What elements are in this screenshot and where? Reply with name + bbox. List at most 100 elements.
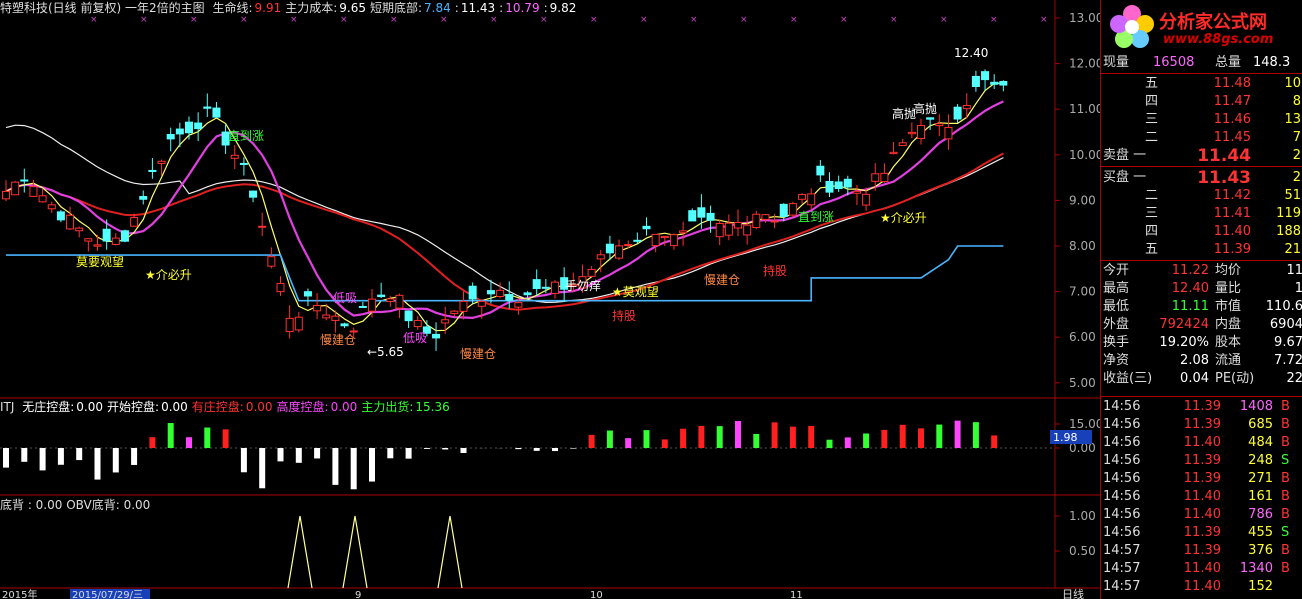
tick-row: 14:56 11.39 1408 B [1101, 398, 1302, 416]
tick-side: B [1281, 489, 1290, 504]
divergence-spike [287, 515, 313, 589]
bid-price: 11.40 [1213, 224, 1251, 239]
tick-row: 14:57 11.40 1340 B [1101, 560, 1302, 578]
candle-body [249, 190, 258, 198]
indicator1-bar [167, 423, 174, 448]
candle-body [532, 279, 541, 290]
tick-row: 14:57 11.40 152 [1101, 578, 1302, 596]
stat-value: 792424 [1159, 317, 1209, 332]
y-tick-label: 12.00 [1069, 57, 1100, 71]
bid-volume: 21 [1284, 242, 1301, 257]
candle-body [688, 210, 697, 222]
stat-label: 股本 [1215, 335, 1242, 350]
indicator1-bar [771, 422, 778, 448]
tick-side: B [1281, 543, 1290, 558]
indicator1-value: 0.00 [245, 400, 273, 414]
tick-volume: 376 [1248, 543, 1273, 558]
candle-body [541, 286, 550, 289]
indicator1-bar [259, 448, 266, 489]
candle-body [734, 221, 742, 229]
indicator1-bar [186, 437, 192, 448]
indicator2-header: 底背 : 0.00 OBV底背: 0.00 [0, 497, 154, 513]
indicator1-bar [57, 448, 64, 465]
candle-body [368, 298, 376, 312]
indicator1-bar [277, 448, 284, 462]
candle-body [697, 207, 706, 218]
candle-body [825, 180, 834, 193]
candle-body [807, 193, 816, 206]
chart-annotation: 低吸 [403, 331, 427, 345]
divergence-spike [342, 515, 368, 589]
tick-price: 11.40 [1183, 435, 1221, 450]
tick-time: 14:57 [1103, 579, 1141, 594]
tick-row: 14:56 11.39 455 S [1101, 524, 1302, 542]
indicator1-bar [314, 448, 321, 459]
stat-value: 12.40 [1171, 281, 1209, 296]
indicator1-bar [844, 437, 851, 448]
candle-body [468, 285, 477, 300]
marker-x: × [290, 15, 298, 25]
candle-body [175, 128, 184, 135]
tick-side: B [1281, 471, 1290, 486]
stat-label: 换手 [1103, 335, 1130, 350]
tick-row: 14:56 11.39 271 B [1101, 470, 1302, 488]
label: 总量 [1215, 55, 1242, 70]
chart-annotation: ★介必升 [880, 211, 927, 225]
marker-x: × [540, 15, 548, 25]
tick-price: 11.39 [1183, 453, 1221, 468]
tick-time: 14:56 [1103, 417, 1141, 432]
stat-value: 6904 [1269, 317, 1302, 332]
candle-body [624, 244, 633, 247]
stat-value: 11.11 [1171, 299, 1209, 314]
main-indicator-value: 11.43 [460, 1, 496, 15]
tick-volume: 484 [1248, 435, 1273, 450]
candle-body [11, 181, 20, 196]
tick-side: B [1281, 435, 1290, 450]
chart-annotation: 慢建仓 [704, 273, 740, 287]
value: 148.3 [1253, 55, 1291, 70]
x-axis-label: 10 [590, 590, 603, 599]
indicator1-label: 主力出货: [361, 400, 414, 414]
candle-body [514, 302, 523, 308]
candle-body [130, 217, 139, 227]
tick-price: 11.39 [1183, 471, 1221, 486]
short-line [5, 82, 1004, 332]
chart-annotation: ←5.65 [367, 345, 404, 359]
chart-annotation: ★介必升 [145, 268, 192, 282]
candlestick-chart[interactable]: 13.00 12.00 11.00 10.00 9.00 8.00 7.00 6.00 5.00… [0, 0, 1100, 599]
indicator1-values: 无庄控盘: 0.00 开始控盘: 0.00 有庄控盘: 0.00 高度控盘: 0.00 主力出货… [22, 400, 453, 414]
ask-price: 11.45 [1213, 130, 1251, 145]
bid-row: 四 11.40 188 [1101, 223, 1302, 241]
indicator1-bar [460, 448, 467, 453]
bid-label: 四 [1145, 224, 1159, 239]
candle-body [505, 293, 514, 301]
stat-value: 1 [1294, 281, 1302, 296]
stat-value: 11.22 [1171, 263, 1209, 278]
bid-label: 五 [1145, 242, 1159, 257]
marker-x: × [940, 15, 948, 25]
indicator1-bar [899, 424, 906, 448]
indicator1-bar [863, 433, 870, 448]
indicator1-bar [3, 448, 9, 468]
stat-label: 流通 [1215, 353, 1242, 368]
tick-volume: 1408 [1239, 399, 1273, 414]
x-axis-label: 2015年 [2, 588, 37, 599]
stat-row: 换手 19.20% 股本 9.67 [1101, 334, 1302, 352]
tick-time: 14:56 [1103, 399, 1141, 414]
candle-body [331, 315, 340, 321]
candle-body [2, 190, 10, 200]
marker-x: × [90, 15, 98, 25]
indicator1-bar [39, 448, 46, 471]
candle-body [450, 310, 459, 315]
bid-price: 11.43 [1197, 168, 1251, 188]
indicator1-bar [954, 420, 961, 448]
indicator1-bar [588, 434, 595, 448]
candle-body [953, 106, 962, 120]
candle-body [20, 179, 29, 182]
candle-body [898, 142, 907, 147]
candle-body [944, 126, 953, 140]
value: 16508 [1153, 55, 1195, 70]
indicator1-bar [515, 448, 522, 450]
stat-label: 净资 [1103, 353, 1130, 368]
ask-label: 卖盘 一 [1103, 148, 1147, 163]
